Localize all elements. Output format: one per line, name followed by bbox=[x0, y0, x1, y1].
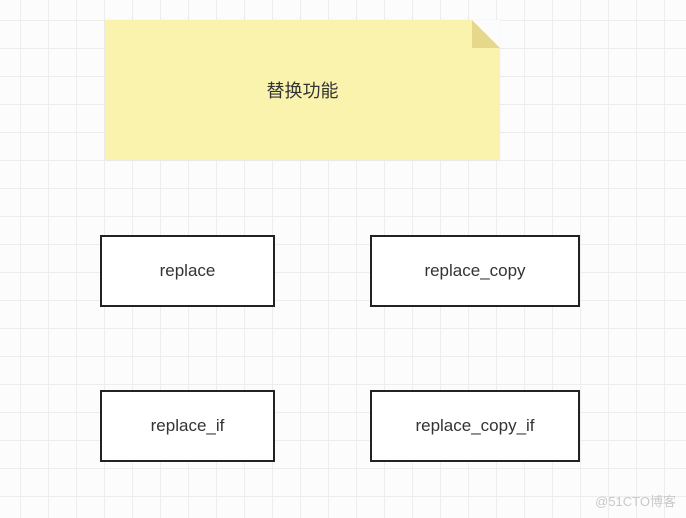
sticky-note: 替换功能 bbox=[105, 20, 500, 160]
box-label: replace_copy bbox=[424, 261, 525, 281]
box-replace: replace bbox=[100, 235, 275, 307]
watermark: @51CTO博客 bbox=[595, 491, 676, 510]
box-replace-copy: replace_copy bbox=[370, 235, 580, 307]
box-replace-if: replace_if bbox=[100, 390, 275, 462]
box-label: replace_copy_if bbox=[415, 416, 534, 436]
note-title: 替换功能 bbox=[267, 77, 339, 103]
box-label: replace_if bbox=[151, 416, 225, 436]
box-replace-copy-if: replace_copy_if bbox=[370, 390, 580, 462]
fold-corner-icon bbox=[472, 20, 500, 48]
box-label: replace bbox=[160, 261, 216, 281]
